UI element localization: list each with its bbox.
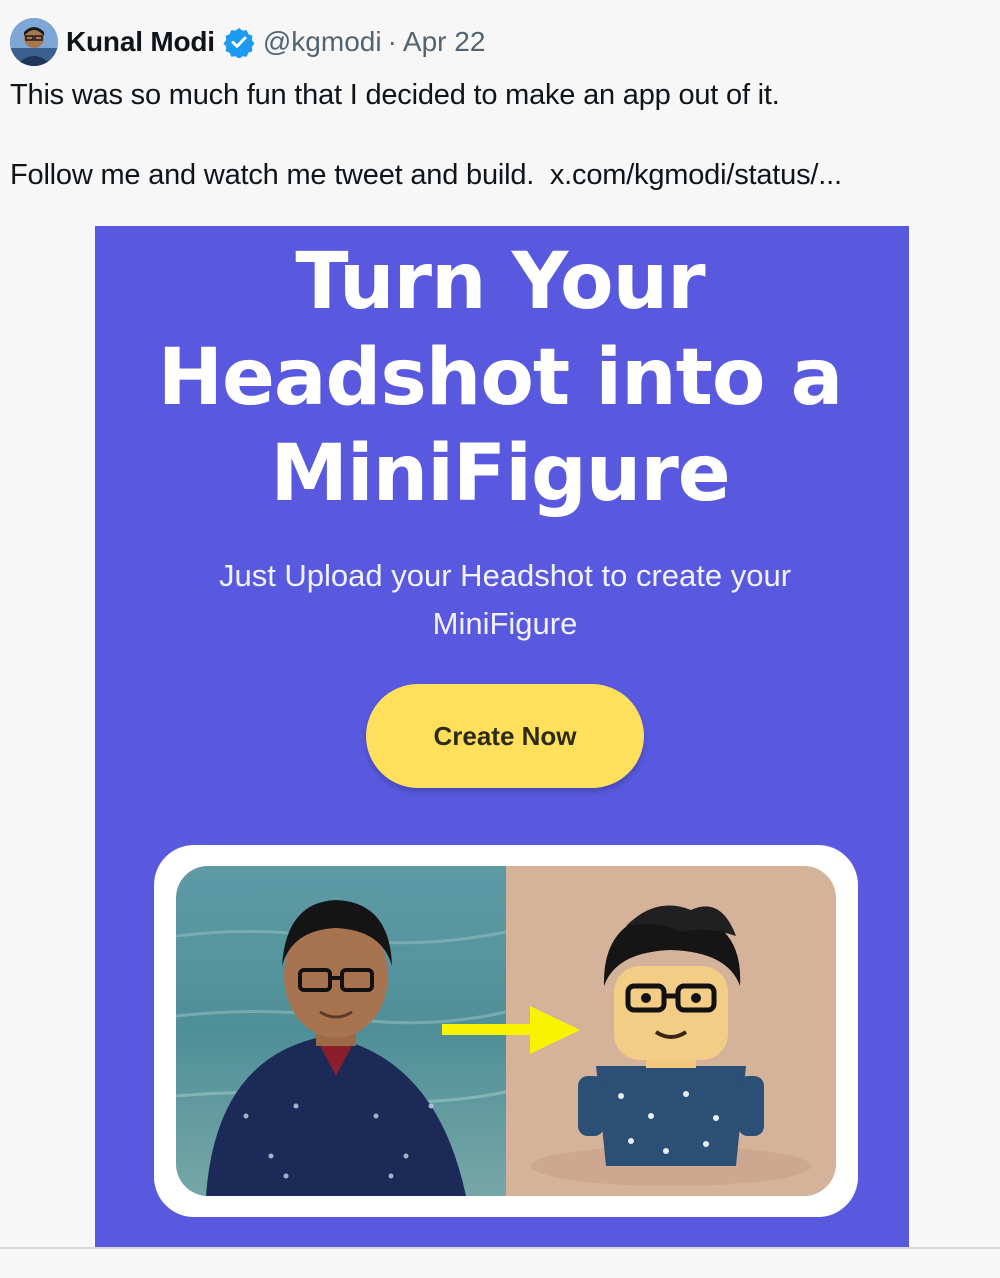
author-name[interactable]: Kunal Modi bbox=[66, 26, 215, 58]
tweet-line-2-text: Follow me and watch me tweet and build. bbox=[10, 159, 535, 191]
promo-title: Turn Your Headshot into a MiniFigure bbox=[0, 234, 1000, 522]
create-now-button[interactable]: Create Now bbox=[366, 684, 644, 788]
promo-title-line-3: MiniFigure bbox=[270, 429, 730, 519]
promo-title-line-1: Turn Your bbox=[295, 237, 705, 327]
tweet-header: Kunal Modi @kgmodi · Apr 22 bbox=[10, 18, 485, 66]
tweet-line-2: Follow me and watch me tweet and build. … bbox=[10, 155, 990, 195]
verified-badge-icon bbox=[223, 26, 255, 59]
tweet-date[interactable]: Apr 22 bbox=[403, 26, 486, 58]
separator-dot: · bbox=[387, 26, 397, 57]
tweet-line-1: This was so much fun that I decided to m… bbox=[10, 79, 780, 111]
tweet-actions-strip bbox=[0, 1249, 1000, 1278]
quoted-tweet-link[interactable]: x.com/kgmodi/status/... bbox=[550, 159, 842, 191]
tweet: Kunal Modi @kgmodi · Apr 22 This was so … bbox=[0, 0, 1000, 1278]
promo-subtitle: Just Upload your Headshot to create your… bbox=[218, 558, 792, 641]
arrow-right-icon bbox=[442, 1006, 580, 1054]
tweet-body: This was so much fun that I decided to m… bbox=[10, 75, 990, 195]
author-handle[interactable]: @kgmodi bbox=[263, 26, 382, 58]
avatar[interactable] bbox=[10, 18, 58, 66]
promo-title-line-2: Headshot into a bbox=[157, 333, 844, 423]
